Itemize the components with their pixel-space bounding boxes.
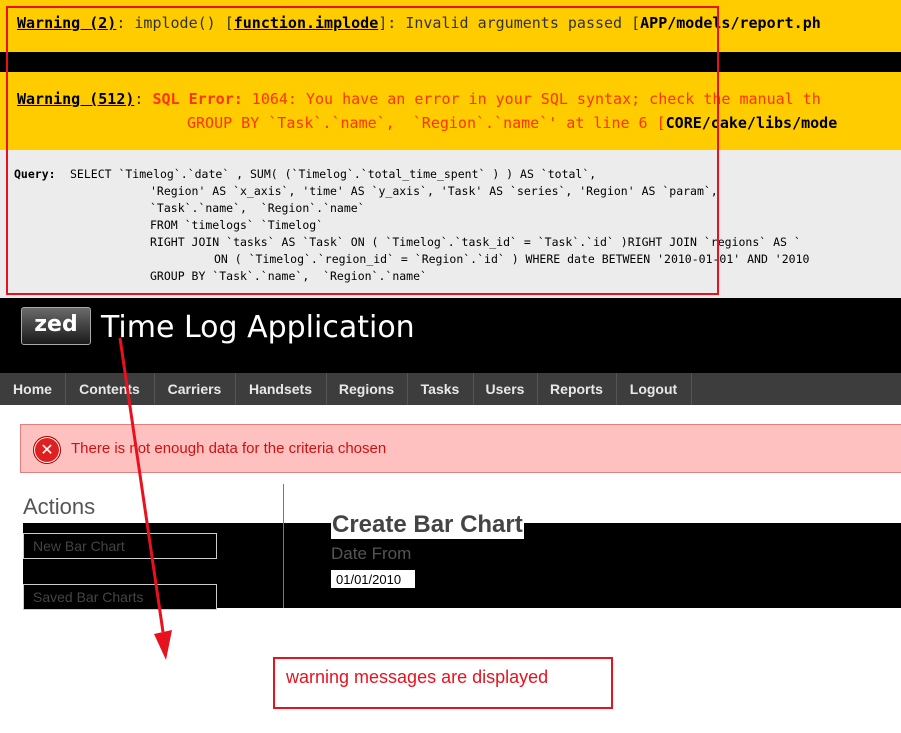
saved-bar-charts-link[interactable]: Saved Bar Charts <box>23 584 217 610</box>
annotation-highlight-box <box>6 6 719 295</box>
nav-users[interactable]: Users <box>473 373 538 405</box>
callout-text: warning messages are displayed <box>286 667 549 687</box>
actions-heading: Actions <box>23 494 96 519</box>
page-title: Create Bar Chart <box>331 511 524 539</box>
arrow-head <box>154 630 172 660</box>
date-from-input[interactable]: 01/01/2010 <box>331 570 415 588</box>
error-x-icon: ✕ <box>33 436 61 464</box>
nav-contents[interactable]: Contents <box>65 373 155 405</box>
nav-home[interactable]: Home <box>0 373 66 405</box>
app-header: zed Time Log Application <box>0 298 901 373</box>
error-flash-message: ✕ There is not enough data for the crite… <box>20 424 901 473</box>
nav-carriers[interactable]: Carriers <box>154 373 236 405</box>
main-nav: Home Contents Carriers Handsets Regions … <box>0 373 901 405</box>
annotation-callout: warning messages are displayed <box>273 657 613 709</box>
date-from-label: Date From <box>331 544 412 563</box>
nav-logout[interactable]: Logout <box>616 373 692 405</box>
flash-text: There is not enough data for the criteri… <box>71 440 387 457</box>
nav-handsets[interactable]: Handsets <box>235 373 327 405</box>
app-title: Time Log Application <box>101 310 415 345</box>
nav-reports[interactable]: Reports <box>537 373 617 405</box>
nav-regions[interactable]: Regions <box>326 373 408 405</box>
zed-logo[interactable]: zed <box>21 307 91 345</box>
new-bar-chart-link[interactable]: New Bar Chart <box>23 533 217 559</box>
nav-tasks[interactable]: Tasks <box>407 373 474 405</box>
